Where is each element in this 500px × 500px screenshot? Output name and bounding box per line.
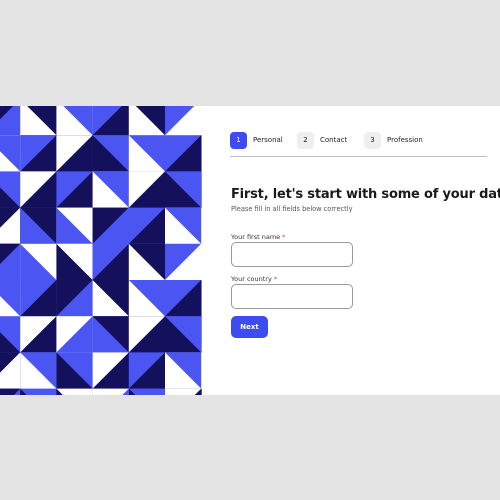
step-label: Contact (320, 136, 348, 144)
step-label: Personal (253, 136, 283, 144)
first-name-label-text: Your first name (231, 233, 281, 241)
country-label: Your country * (231, 275, 277, 283)
form-panel: 1 Personal 2 Contact 3 Profession First,… (203, 106, 500, 395)
pattern-tile (20, 388, 57, 395)
country-input[interactable] (231, 284, 353, 309)
pattern-graphic (0, 106, 202, 395)
first-name-input[interactable] (231, 242, 353, 267)
required-marker: * (273, 275, 278, 283)
form-card: 1 Personal 2 Contact 3 Profession First,… (0, 106, 500, 395)
step-personal[interactable]: 1 Personal (230, 131, 283, 149)
first-name-label: Your first name * (231, 233, 285, 241)
step-number: 2 (297, 131, 314, 149)
geometric-pattern-illustration (0, 106, 203, 395)
step-number: 1 (230, 131, 247, 149)
step-contact[interactable]: 2 Contact (297, 131, 347, 149)
stepper: 1 Personal 2 Contact 3 Profession (230, 131, 487, 157)
pattern-tile (128, 388, 166, 395)
next-button[interactable]: Next (231, 316, 268, 338)
stepper-divider (230, 156, 487, 157)
form-subtitle: Please fill in all fields below correctl… (231, 205, 353, 213)
step-label: Profession (387, 136, 423, 144)
step-number: 3 (364, 131, 381, 149)
step-profession[interactable]: 3 Profession (364, 131, 423, 149)
country-label-text: Your country (231, 275, 272, 283)
form-title: First, let's start with some of your dat… (231, 187, 500, 202)
required-marker: * (282, 233, 286, 241)
